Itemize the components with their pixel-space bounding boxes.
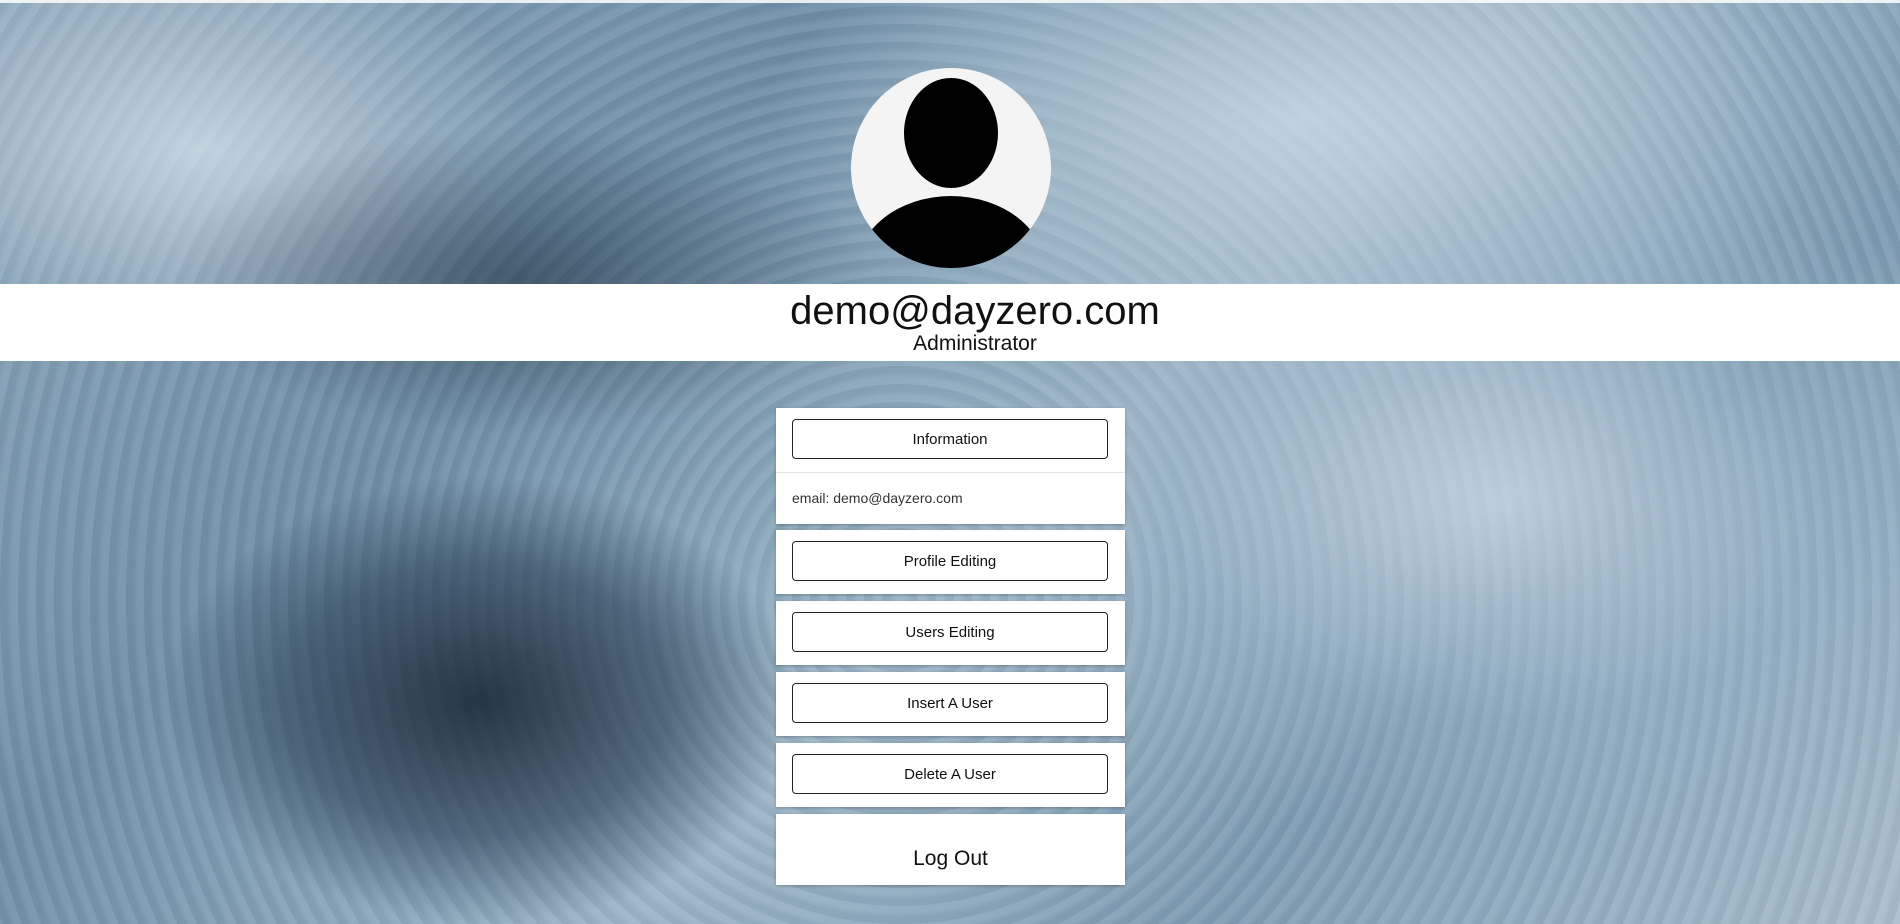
identity-bar: demo@dayzero.com Administrator: [0, 284, 1900, 361]
delete-user-button[interactable]: Delete A User: [792, 754, 1108, 794]
profile-editing-button[interactable]: Profile Editing: [792, 541, 1108, 581]
users-editing-panel: Users Editing: [776, 601, 1125, 665]
user-role-label: Administrator: [913, 332, 1037, 355]
users-editing-button[interactable]: Users Editing: [792, 612, 1108, 652]
user-silhouette-icon: [904, 78, 998, 188]
user-silhouette-body: [856, 196, 1046, 268]
top-divider: [0, 0, 1900, 3]
info-email-text: email: demo@dayzero.com: [792, 490, 963, 506]
avatar: [851, 68, 1051, 268]
logout-label: Log Out: [913, 847, 988, 870]
delete-user-panel: Delete A User: [776, 743, 1125, 807]
profile-editing-panel: Profile Editing: [776, 530, 1125, 594]
insert-user-button[interactable]: Insert A User: [792, 683, 1108, 723]
information-button[interactable]: Information: [792, 419, 1108, 459]
info-divider: [776, 472, 1125, 473]
user-email-heading: demo@dayzero.com: [790, 289, 1160, 333]
insert-user-panel: Insert A User: [776, 672, 1125, 736]
logout-button[interactable]: Log Out: [776, 814, 1125, 885]
profile-page: demo@dayzero.com Administrator Informati…: [0, 0, 1900, 924]
information-panel: Information email: demo@dayzero.com: [776, 408, 1125, 524]
